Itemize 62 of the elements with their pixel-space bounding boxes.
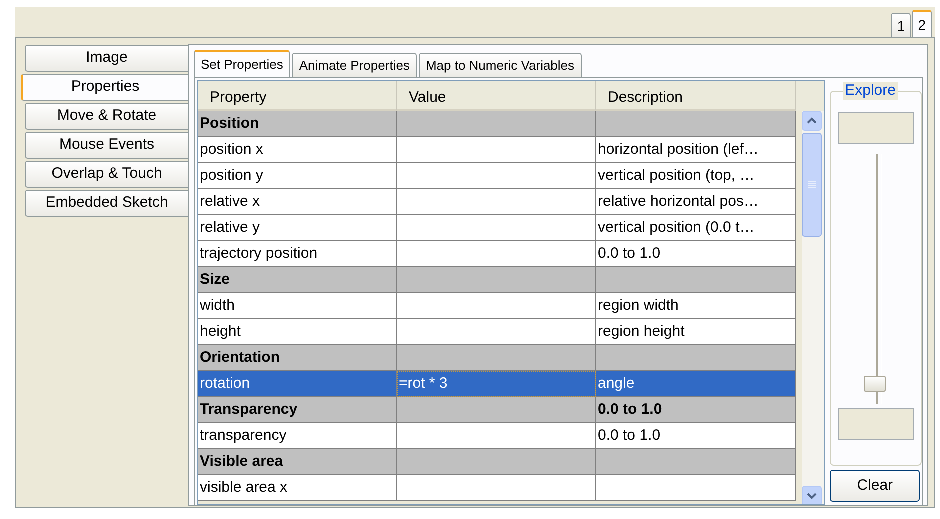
table-cell: relative x <box>198 189 397 215</box>
table-cell[interactable] <box>397 267 596 293</box>
table-cell: rotation <box>198 371 397 397</box>
table-cell: region height <box>596 319 796 345</box>
table-cell: vertical position (top, … <box>596 163 796 189</box>
table-cell: 0.0 to 1.0 <box>596 423 796 449</box>
table-cell: Size <box>198 267 397 293</box>
tab[interactable]: Set Properties <box>194 50 290 77</box>
value-field[interactable] <box>838 112 914 144</box>
table-cell[interactable] <box>397 163 596 189</box>
table-cell: relative y <box>198 215 397 241</box>
slider-thumb[interactable] <box>864 376 886 392</box>
table-cell[interactable] <box>397 111 596 137</box>
table-cell[interactable] <box>397 397 596 423</box>
table-cell[interactable] <box>397 189 596 215</box>
scrollbar[interactable] <box>802 111 824 504</box>
table-cell: Transparency <box>198 397 397 423</box>
table-cell: height <box>198 319 397 345</box>
table-cell: position y <box>198 163 397 189</box>
side-tab[interactable]: Overlap & Touch <box>25 161 188 188</box>
table-cell: Position <box>198 111 397 137</box>
slider[interactable] <box>864 154 888 404</box>
page-tab[interactable]: 2 <box>912 10 932 37</box>
grip-icon <box>808 181 816 189</box>
table-cell[interactable] <box>397 319 596 345</box>
table-cell[interactable] <box>397 345 596 371</box>
table-cell: transparency <box>198 423 397 449</box>
table-cell[interactable] <box>397 423 596 449</box>
table-cell: width <box>198 293 397 319</box>
table-cell: trajectory position <box>198 241 397 267</box>
table-cell[interactable] <box>397 475 596 501</box>
value-field[interactable] <box>838 408 914 440</box>
scroll-thumb[interactable] <box>802 133 822 237</box>
table-cell: 0.0 to 1.0 <box>596 397 796 423</box>
table-cell: Visible area <box>198 449 397 475</box>
page-tab[interactable]: 1 <box>891 13 912 37</box>
table-cell: relative horizontal pos… <box>596 189 796 215</box>
table-cell: vertical position (0.0 t… <box>596 215 796 241</box>
side-tab[interactable]: Embedded Sketch <box>25 190 188 217</box>
side-tab[interactable]: Move & Rotate <box>25 103 188 130</box>
group-title: Explore <box>843 82 898 100</box>
table-cell: Orientation <box>198 345 397 371</box>
table-cell: region width <box>596 293 796 319</box>
table-cell[interactable] <box>397 137 596 163</box>
table-cell: position x <box>198 137 397 163</box>
table-cell: 0.0 to 1.0 <box>596 241 796 267</box>
table-cell[interactable]: =rot * 3 <box>397 371 596 397</box>
tab[interactable]: Animate Properties <box>292 53 417 77</box>
side-tab[interactable]: Properties <box>21 74 188 101</box>
side-tab[interactable]: Mouse Events <box>25 132 188 159</box>
table-cell: visible area x <box>198 475 397 501</box>
scroll-up-button[interactable] <box>802 111 822 131</box>
table-cell[interactable] <box>397 449 596 475</box>
tab[interactable]: Map to Numeric Variables <box>418 53 582 77</box>
clear-button[interactable]: Clear <box>830 470 920 502</box>
table-cell[interactable] <box>397 215 596 241</box>
side-tab[interactable]: Image <box>25 45 188 72</box>
scroll-down-button[interactable] <box>802 486 822 504</box>
table-cell[interactable] <box>397 241 596 267</box>
table-cell[interactable] <box>397 293 596 319</box>
table-cell: angle <box>596 371 796 397</box>
table-cell: horizontal position (lef… <box>596 137 796 163</box>
